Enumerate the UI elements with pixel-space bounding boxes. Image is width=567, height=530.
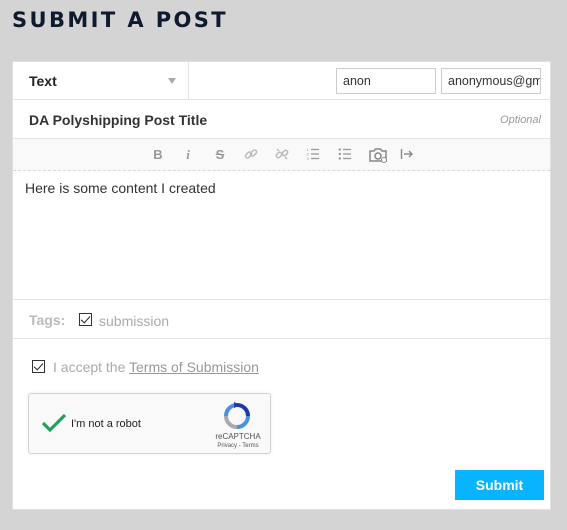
tags-label: Tags: (29, 312, 66, 328)
editor-toolbar: B i S 123 (13, 139, 550, 171)
accept-terms-label: I accept the Terms of Submission (53, 359, 259, 375)
email-input[interactable]: anonymous@gmail.com (441, 68, 541, 94)
tag-submission-label: submission (99, 313, 170, 329)
recaptcha-logo-icon (223, 402, 251, 430)
meta-row: Text anon anonymous@gmail.com (13, 62, 550, 100)
recaptcha-label: I'm not a robot (71, 418, 141, 430)
submit-button[interactable]: Submit (455, 470, 544, 500)
tag-submission-checkbox[interactable] (79, 313, 92, 326)
unordered-list-icon[interactable] (336, 147, 354, 163)
page-title: SUBMIT A POST (12, 8, 228, 32)
recaptcha-checkmark-icon[interactable] (41, 412, 67, 434)
recaptcha-brand: reCAPTCHA (215, 432, 261, 441)
title-row[interactable]: DA Polyshipping Post Title Optional (13, 100, 550, 139)
post-type-value: Text (29, 73, 57, 89)
strikethrough-icon[interactable]: S (211, 147, 229, 163)
italic-icon[interactable]: i (179, 147, 197, 163)
indent-icon[interactable] (398, 147, 416, 163)
link-icon[interactable] (242, 147, 260, 163)
svg-text:3: 3 (307, 156, 310, 161)
accept-terms-checkbox[interactable] (32, 360, 45, 373)
submit-post-form: Text anon anonymous@gmail.com DA Polyshi… (12, 61, 551, 510)
terms-link[interactable]: Terms of Submission (129, 359, 259, 375)
unlink-icon[interactable] (273, 147, 291, 163)
recaptcha-links[interactable]: Privacy - Terms (211, 443, 265, 449)
name-input[interactable]: anon (336, 68, 436, 94)
bold-icon[interactable]: B (149, 147, 167, 163)
post-title-input[interactable]: DA Polyshipping Post Title (29, 112, 207, 128)
image-icon[interactable] (367, 147, 389, 163)
ordered-list-icon[interactable]: 123 (304, 147, 322, 163)
accept-prefix: I accept the (53, 359, 130, 375)
tags-row: Tags: submission (13, 299, 550, 339)
recaptcha-widget: I'm not a robot reCAPTCHA Privacy - Term… (28, 393, 271, 454)
chevron-down-icon (168, 78, 176, 84)
optional-hint: Optional (500, 114, 541, 126)
post-type-select[interactable]: Text (13, 62, 189, 100)
post-content-editor[interactable]: Here is some content I created (25, 180, 216, 196)
